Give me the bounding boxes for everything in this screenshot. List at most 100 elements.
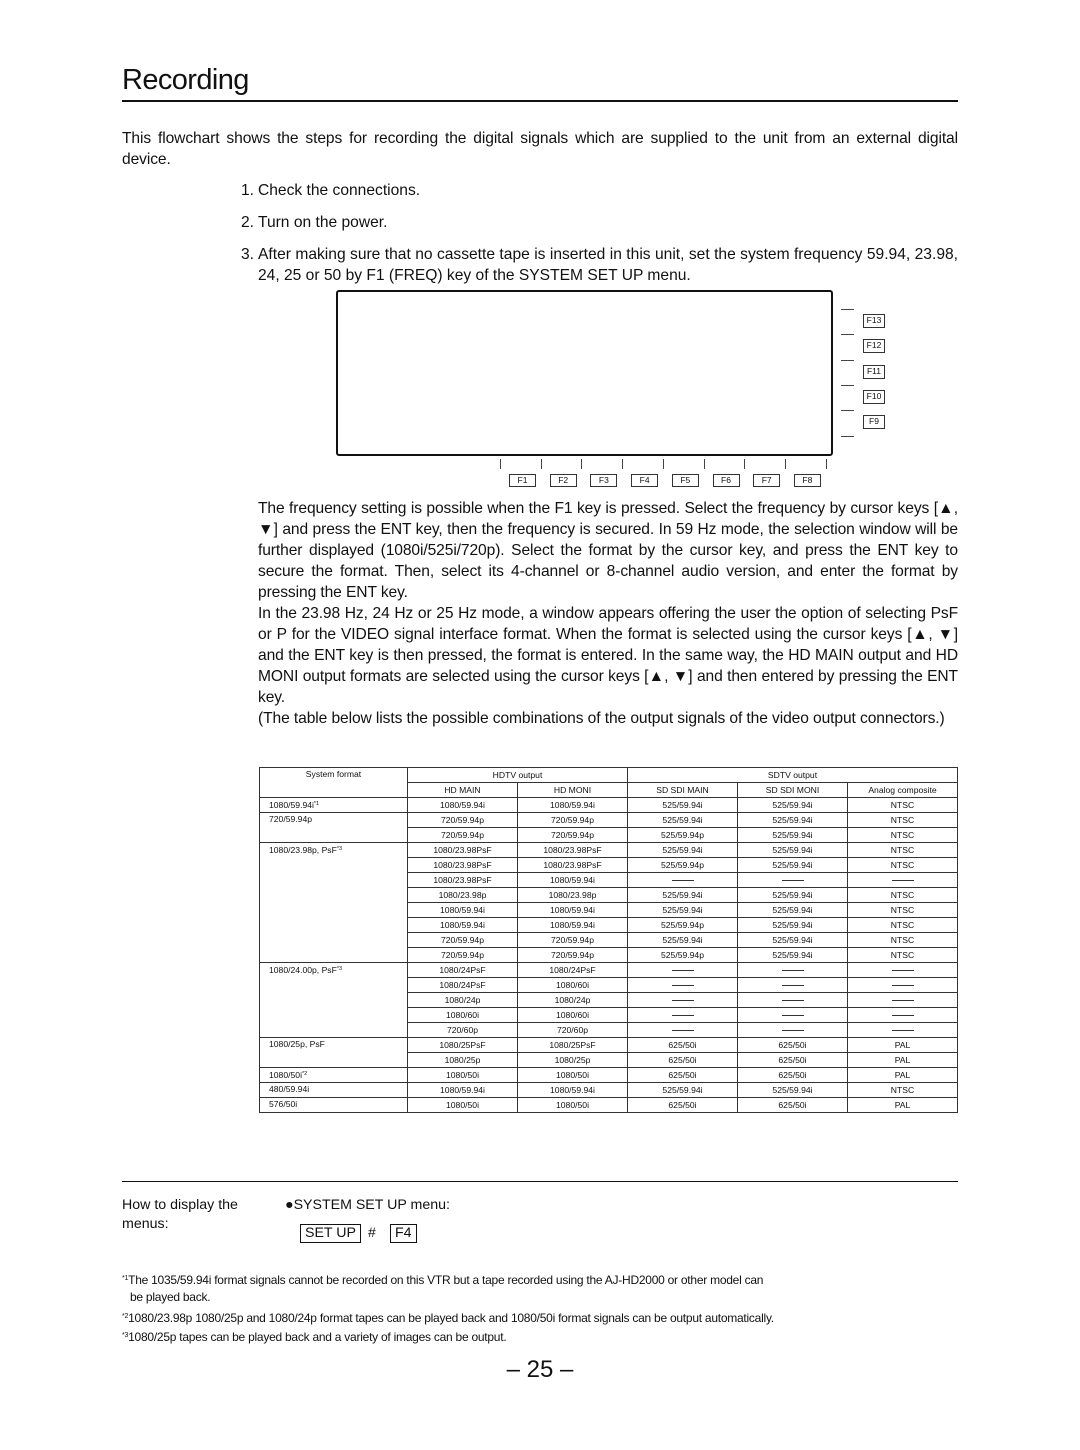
analog-composite-cell: NTSC [847, 812, 958, 828]
system-format-value: 576/50i [269, 1099, 298, 1109]
sd-sdi-main-cell [627, 977, 738, 993]
sd-sdi-moni-cell: 525/59.94i [737, 827, 848, 843]
not-available-dash [781, 1029, 804, 1031]
not-available-dash [891, 969, 914, 971]
step-number: 2. [241, 214, 255, 231]
sd-sdi-main-cell: 625/50i [627, 1037, 738, 1053]
hd-moni-cell: 1080/60i [517, 977, 628, 993]
not-available-dash [781, 984, 804, 986]
table-row: 576/50i 1080/50i 1080/50i 625/50i 625/50i PAL [259, 1097, 958, 1113]
sd-sdi-moni-cell [737, 962, 848, 978]
sd-sdi-moni-cell: 525/59.94i [737, 932, 848, 948]
key-separator: # [368, 1224, 376, 1240]
menu-instruction: ●SYSTEM SET UP menu: [285, 1197, 450, 1213]
function-key-f4[interactable]: F4 [631, 474, 659, 487]
sd-sdi-main-cell: 525/59.94i [627, 887, 738, 903]
key-divider-tick [703, 459, 705, 469]
not-available-dash [891, 984, 914, 986]
sd-sdi-moni-cell: 525/59.94i [737, 1082, 848, 1098]
key-divider-tick [825, 459, 827, 469]
hd-moni-cell: 1080/50i [517, 1097, 628, 1113]
hd-moni-cell: 1080/25PsF [517, 1037, 628, 1053]
analog-composite-cell: NTSC [847, 917, 958, 933]
sd-sdi-main-cell: 525/59.94i [627, 842, 738, 858]
function-key-f6[interactable]: F6 [712, 474, 740, 487]
sd-sdi-main-cell: 525/59.94p [627, 857, 738, 873]
not-available-dash [671, 1014, 694, 1016]
hd-moni-cell: 1080/59.94i [517, 872, 628, 888]
not-available-dash [891, 999, 914, 1001]
hd-moni-cell: 720/59.94p [517, 947, 628, 963]
hd-main-cell: 1080/25p [407, 1052, 518, 1068]
f4-key: F4 [390, 1224, 417, 1243]
sd-sdi-moni-cell: 625/50i [737, 1037, 848, 1053]
sd-sdi-main-cell: 625/50i [627, 1067, 738, 1083]
system-format-value: 1080/23.98p, PsF [269, 845, 337, 855]
hd-moni-cell: 1080/23.98p [517, 887, 628, 903]
function-key-f11[interactable]: F11 [863, 364, 885, 379]
function-key-f1[interactable]: F1 [509, 474, 536, 487]
key-divider-tick [622, 459, 624, 469]
sd-sdi-moni-cell: 525/59.94i [737, 857, 848, 873]
sd-sdi-main-cell [627, 992, 738, 1008]
title-divider [122, 100, 958, 102]
function-key-f9[interactable]: F9 [863, 415, 885, 430]
analog-composite-cell: NTSC [847, 932, 958, 948]
not-available-dash [891, 1014, 914, 1016]
footnote-ref: *3 [336, 966, 343, 972]
not-available-dash [891, 879, 914, 881]
hd-main-cell: 1080/59.94i [407, 902, 518, 918]
not-available-dash [671, 879, 694, 881]
not-available-dash [891, 1029, 914, 1031]
not-available-dash [671, 999, 694, 1001]
function-key-f13[interactable]: F13 [863, 314, 885, 328]
footnote-2: *21080/23.98p 1080/25p and 1080/24p form… [122, 1308, 922, 1327]
function-key-f8[interactable]: F8 [793, 474, 821, 487]
sd-sdi-moni-cell: 525/59.94i [737, 902, 848, 918]
hd-moni-cell: 1080/59.94i [517, 797, 628, 813]
sd-sdi-main-cell: 525/59.94p [627, 917, 738, 933]
sd-sdi-main-cell: 625/50i [627, 1097, 738, 1113]
hd-main-cell: 720/59.94p [407, 827, 518, 843]
hd-moni-cell: 1080/59.94i [517, 902, 628, 918]
not-available-dash [781, 1014, 804, 1016]
analog-composite-cell: NTSC [847, 857, 958, 873]
hd-main-cell: 1080/59.94i [407, 1082, 518, 1098]
not-available-dash [671, 1029, 694, 1031]
sd-sdi-main-cell [627, 872, 738, 888]
sd-sdi-moni-cell [737, 872, 848, 888]
footnote-ref: *2 [301, 1071, 308, 1077]
analog-composite-cell: NTSC [847, 1082, 958, 1098]
hd-moni-cell: 1080/23.98PsF [517, 842, 628, 858]
footnote-1: *1The 1035/59.94i format signals cannot … [122, 1270, 922, 1289]
system-format-value: 720/59.94p [269, 814, 313, 824]
analog-composite-cell [847, 1007, 958, 1023]
instructions-text: The frequency setting is possible when t… [258, 498, 958, 729]
sd-sdi-moni-cell: 525/59.94i [737, 917, 848, 933]
footnote-1-continued: be played back. [130, 1290, 211, 1304]
function-key-f2[interactable]: F2 [549, 474, 577, 487]
footnote-text: The 1035/59.94i format signals cannot be… [128, 1273, 764, 1287]
function-key-f12[interactable]: F12 [863, 339, 885, 354]
footnote-3: *31080/25p tapes can be played back and … [122, 1327, 922, 1346]
key-divider-tick [662, 459, 664, 469]
table-row: 1080/25p, PsF 1080/25PsF 1080/25PsF 625/50i… [259, 1037, 958, 1068]
table-row: 1080/23.98p, PsF*3 1080/23.98PsF 1080/23.9… [259, 842, 958, 963]
analog-composite-cell: NTSC [847, 902, 958, 918]
function-key-f7[interactable]: F7 [753, 474, 781, 487]
analog-composite-cell: PAL [847, 1067, 958, 1083]
hd-moni-cell: 720/59.94p [517, 932, 628, 948]
key-divider-tick [784, 459, 786, 469]
output-combinations-table: System format HDTV output SDTV output HD… [259, 767, 958, 1113]
hd-main-cell: 720/59.94p [407, 812, 518, 828]
sd-sdi-moni-cell: 525/59.94i [737, 812, 848, 828]
sd-sdi-moni-cell: 625/50i [737, 1052, 848, 1068]
function-key-f5[interactable]: F5 [671, 474, 699, 487]
function-key-f3[interactable]: F3 [590, 474, 618, 487]
footnote-text: 1080/23.98p 1080/25p and 1080/24p format… [128, 1311, 774, 1325]
function-key-f10[interactable]: F10 [863, 389, 885, 404]
hd-main-cell: 720/59.94p [407, 932, 518, 948]
hd-moni-cell: 1080/60i [517, 1007, 628, 1023]
hd-moni-cell: 720/59.94p [517, 827, 628, 843]
table-row: 1080/50i*2 1080/50i 1080/50i 625/50i 625/50i… [259, 1067, 958, 1083]
